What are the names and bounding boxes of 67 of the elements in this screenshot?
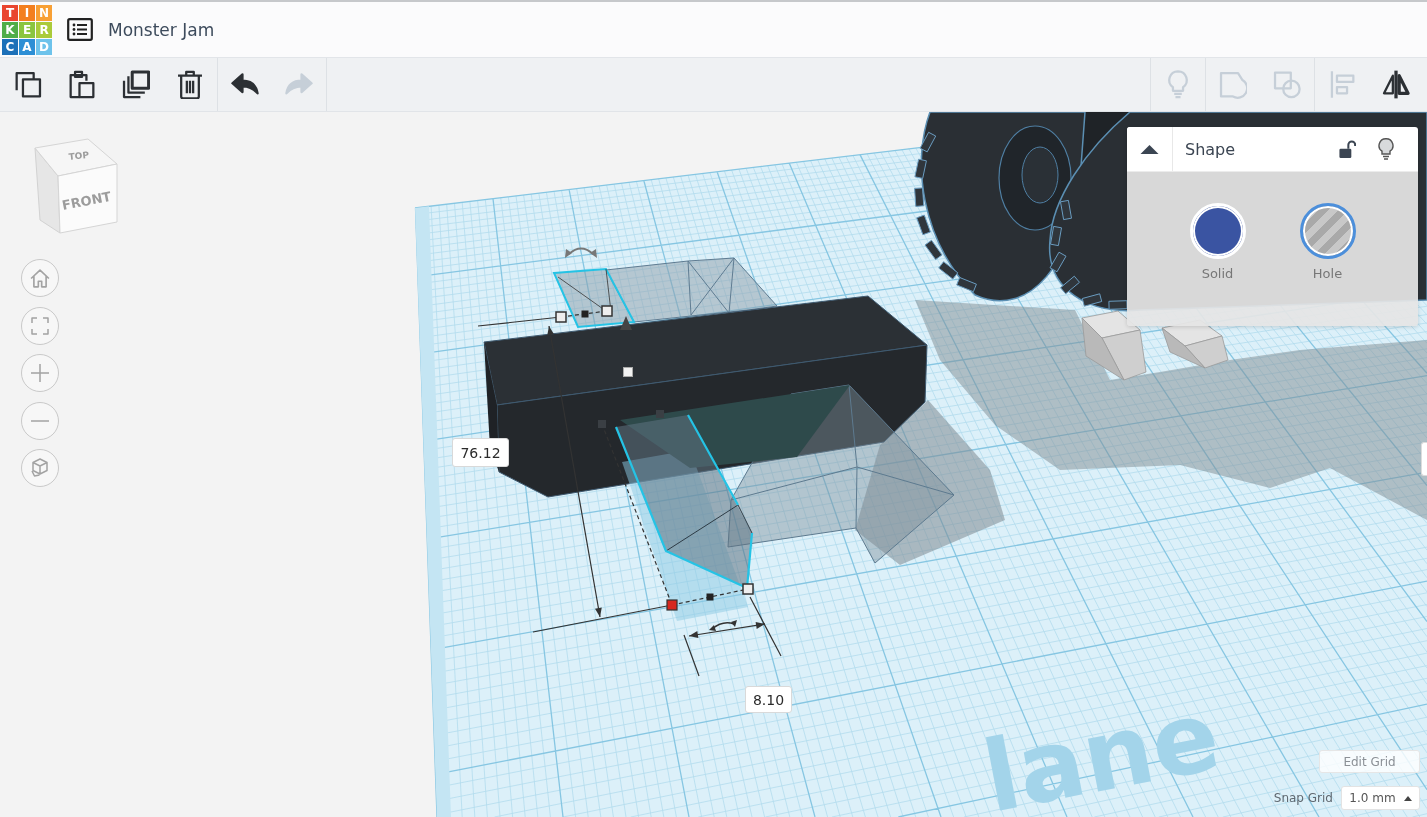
snap-grid-dropdown[interactable]: 1.0 mm bbox=[1341, 786, 1420, 810]
lift-handle[interactable] bbox=[620, 316, 632, 330]
tire-tread bbox=[1049, 251, 1067, 273]
selected-hole-shape[interactable] bbox=[552, 267, 850, 621]
hole-option[interactable]: Hole bbox=[1291, 203, 1364, 281]
tire-tread bbox=[924, 239, 943, 261]
lightbulb-icon bbox=[1378, 138, 1394, 160]
dimension-field[interactable]: 8.10 bbox=[745, 686, 792, 713]
resize-handle[interactable] bbox=[581, 310, 589, 318]
resize-handle[interactable] bbox=[598, 420, 606, 428]
list-icon bbox=[67, 18, 93, 41]
tire-tread bbox=[1060, 275, 1080, 295]
snap-grid-label: Snap Grid bbox=[1273, 791, 1333, 805]
design-title: Monster Jam bbox=[108, 19, 215, 40]
caret-icon bbox=[1403, 795, 1412, 801]
tire-tread bbox=[938, 261, 959, 280]
resize-handle[interactable] bbox=[656, 410, 664, 418]
panel-title: Shape bbox=[1185, 139, 1236, 159]
tire-tread bbox=[1081, 293, 1103, 307]
tire-tread bbox=[916, 214, 931, 236]
logo-tile: K bbox=[2, 21, 18, 38]
striped-swatch-icon bbox=[1299, 203, 1356, 259]
tire-tread bbox=[919, 131, 937, 153]
square-circle-icon bbox=[1273, 70, 1301, 99]
merged-shapes-icon bbox=[1219, 70, 1247, 99]
panel-toggle-tab[interactable] bbox=[1421, 442, 1427, 476]
logo-tile: E bbox=[19, 21, 35, 38]
minus-icon bbox=[30, 418, 50, 423]
rotate-handle[interactable] bbox=[709, 620, 737, 631]
height-handle[interactable] bbox=[623, 367, 633, 377]
plus-icon bbox=[30, 363, 50, 383]
logo-tile: N bbox=[36, 4, 52, 21]
rotate-handle[interactable] bbox=[565, 247, 597, 258]
trash-icon bbox=[176, 70, 204, 99]
logo-tile: D bbox=[36, 38, 52, 55]
design-list-button[interactable] bbox=[66, 17, 94, 42]
resize-handle[interactable] bbox=[742, 583, 754, 595]
stacked-squares-icon bbox=[122, 70, 150, 99]
resize-handle[interactable] bbox=[666, 599, 678, 611]
tire-tread bbox=[1060, 199, 1072, 221]
view-cube[interactable]: TOP FRONT bbox=[33, 138, 123, 238]
edit-grid-button[interactable]: Edit Grid bbox=[1319, 750, 1420, 773]
logo-tile: T bbox=[2, 4, 18, 21]
cube-icon bbox=[30, 458, 50, 478]
copy-icon bbox=[14, 70, 42, 99]
mirror-icon bbox=[1382, 70, 1410, 99]
tire-tread bbox=[1050, 225, 1062, 247]
tire-tread bbox=[914, 158, 927, 179]
collapse-button[interactable] bbox=[1127, 127, 1173, 171]
home-icon bbox=[30, 268, 50, 288]
align-icon bbox=[1328, 70, 1356, 99]
logo-tile: I bbox=[19, 4, 35, 21]
padlock-icon bbox=[1339, 138, 1356, 160]
caret-icon bbox=[1140, 144, 1159, 154]
clipboard-icon bbox=[68, 70, 96, 99]
solid-option[interactable]: Solid bbox=[1181, 203, 1254, 281]
tire-tread bbox=[914, 187, 925, 207]
workplane-label: lane bbox=[974, 677, 1228, 817]
dimension-field[interactable]: 76.12 bbox=[452, 438, 509, 467]
logo-tile: R bbox=[36, 21, 52, 38]
logo-tile: A bbox=[19, 38, 35, 55]
resize-handle[interactable] bbox=[555, 311, 567, 323]
resize-handle[interactable] bbox=[706, 593, 714, 601]
resize-handle[interactable] bbox=[601, 305, 613, 317]
tire-tread bbox=[956, 277, 977, 293]
logo-tile: C bbox=[2, 38, 18, 55]
corner-brackets-icon bbox=[31, 316, 49, 335]
